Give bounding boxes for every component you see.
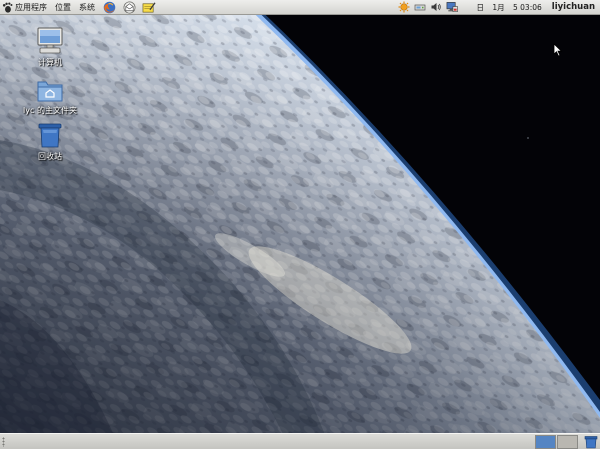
main-menu-bar: 应用程序 位置 系统 [0, 0, 159, 15]
desktop-wallpaper [0, 0, 600, 449]
desktop-icon-home-folder[interactable]: lyc 的主文件夹 [21, 75, 79, 116]
volume-tray[interactable] [430, 1, 442, 13]
clock-day: 日 [476, 2, 484, 12]
trash-applet[interactable] [584, 435, 598, 449]
applications-menu-label: 应用程序 [15, 2, 47, 12]
desktop-icon-label: 回收站 [38, 152, 62, 161]
network-icon [415, 4, 426, 11]
clock-time: 5 03:06 [513, 2, 542, 12]
volume-icon [431, 3, 442, 11]
text-editor-icon [142, 1, 156, 12]
user-switcher[interactable]: liyichuan [546, 0, 600, 15]
trash-icon [38, 123, 62, 148]
evolution-mail-launcher[interactable] [122, 0, 136, 14]
network-monitor-icon [447, 2, 459, 12]
clock-applet[interactable]: 日 1月 5 03:06 [460, 0, 545, 15]
update-notifier-icon [398, 1, 410, 13]
gnome-foot-icon [2, 2, 13, 13]
clock-month: 1月 [492, 2, 505, 12]
home-folder-icon [37, 81, 63, 102]
applications-menu[interactable]: 应用程序 [0, 0, 51, 15]
workspace-2-button[interactable] [557, 435, 578, 449]
text-editor-launcher[interactable] [142, 0, 156, 14]
bottom-panel [0, 433, 600, 449]
trash-icon [584, 436, 598, 449]
desktop-icon-label: lyc 的主文件夹 [23, 106, 77, 115]
notification-area: 日 1月 5 03:06 liyichuan [396, 0, 600, 15]
system-menu[interactable]: 系统 [75, 0, 99, 15]
evolution-mail-icon [123, 1, 135, 13]
desktop-icon-computer[interactable]: 计算机 [21, 27, 79, 68]
panel-drag-handle[interactable] [2, 437, 5, 447]
places-menu[interactable]: 位置 [51, 0, 75, 15]
update-notifier-tray[interactable] [398, 1, 410, 13]
network-tray[interactable] [414, 1, 426, 13]
workspace-1-button[interactable] [535, 435, 556, 449]
top-panel: 应用程序 位置 系统 日 1月 5 03:06 liyichuan [0, 0, 600, 15]
firefox-icon [103, 1, 115, 13]
computer-icon [37, 27, 63, 54]
desktop-icon-trash[interactable]: 回收站 [21, 121, 79, 162]
network-monitor-tray[interactable] [446, 1, 459, 13]
firefox-launcher[interactable] [102, 0, 116, 14]
earth-from-space-image [0, 0, 600, 449]
desktop-icon-label: 计算机 [38, 58, 62, 67]
mouse-pointer-icon [553, 43, 563, 57]
